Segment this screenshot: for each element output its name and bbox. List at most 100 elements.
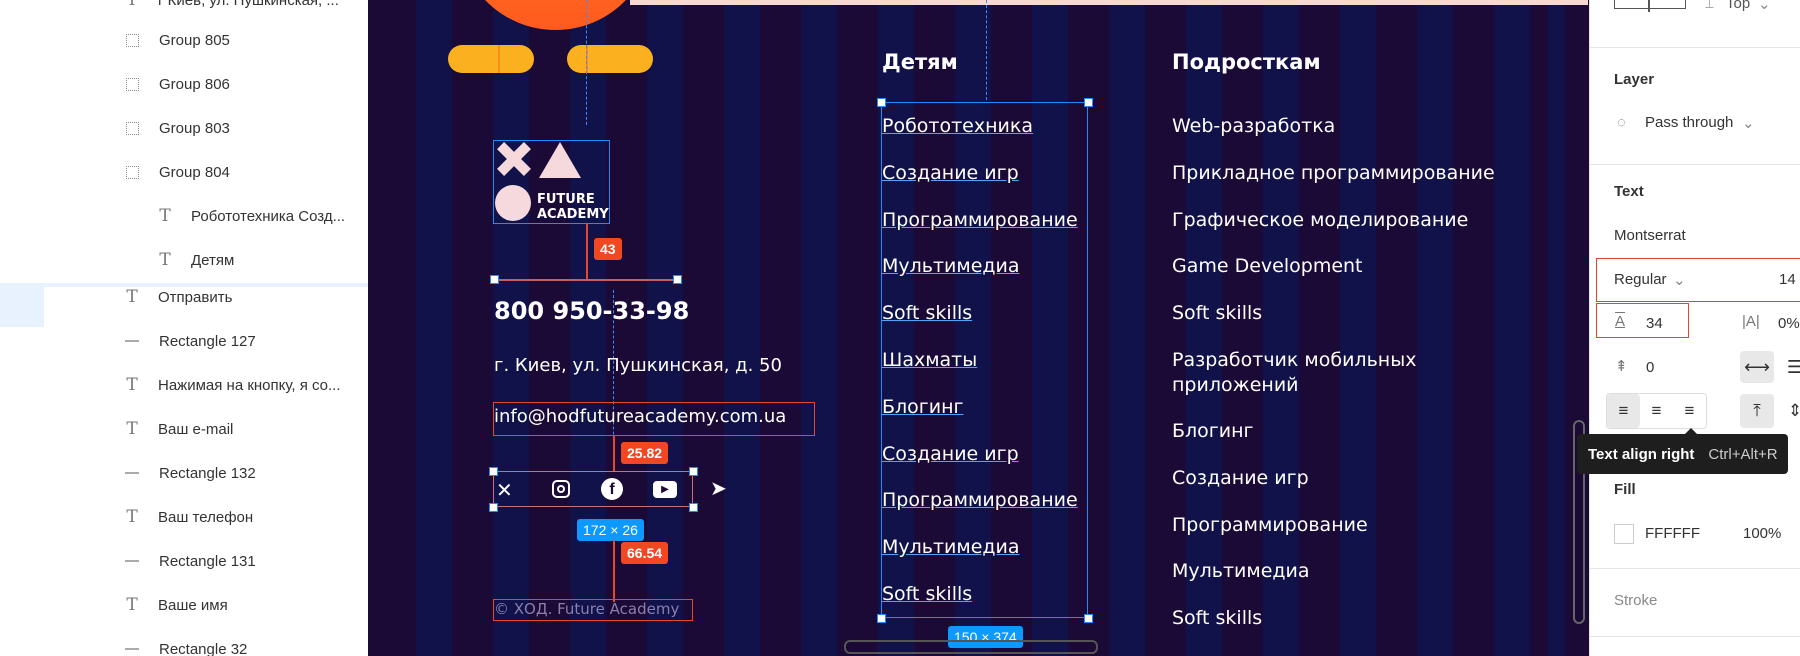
layer-row[interactable]: T Ваш телефон [0,495,368,539]
chevron-down-icon[interactable]: ⌄ [1758,0,1771,13]
align-center-icon[interactable]: ≡ [1640,394,1673,428]
font-weight-value[interactable]: Regular [1614,271,1667,288]
vertical-constraint-value[interactable]: Top [1726,0,1750,12]
teens-course-item[interactable]: Программирование [1172,514,1368,536]
layer-label: Нажимая на кнопку, я со... [158,376,341,394]
text-layer-icon: T [126,0,138,10]
text-layer-icon: T [159,206,171,226]
layer-row[interactable]: Rectangle 32 [0,627,368,656]
grid-column [1417,0,1453,656]
kids-course-link[interactable]: Программирование [882,209,1078,231]
divider [1590,164,1800,165]
layer-row[interactable]: Group 803 [0,106,368,150]
address-text[interactable]: г. Киев, ул. Пушкинская, д. 50 [494,355,782,376]
kids-course-link[interactable]: Создание игр [882,162,1019,184]
measure-badge: 43 [594,238,622,260]
teens-course-item[interactable]: Мультимедиа [1172,560,1310,582]
fill-color-swatch[interactable] [1614,524,1634,544]
resize-handle[interactable] [877,98,886,107]
horizontal-scrollbar[interactable] [844,640,1098,654]
auto-width-button[interactable]: ⟷ [1740,351,1774,383]
youtube-icon[interactable]: ▶ [653,481,677,498]
kids-course-link[interactable]: Мультимедиа [882,536,1020,558]
resize-handle[interactable] [689,503,698,512]
layer-row[interactable]: Group 804 [0,150,368,194]
fill-section-title: Fill [1614,481,1636,498]
align-right-icon[interactable]: ≡ [1673,394,1706,428]
kids-course-link[interactable]: Блогинг [882,396,964,418]
vk-icon[interactable]: ✕ [496,478,513,502]
layer-row[interactable]: T Нажимая на кнопку, я со... [0,363,368,407]
grid-column [1340,0,1376,656]
line-height-icon: A [1615,313,1626,330]
layer-row[interactable]: T Ваше имя [0,583,368,627]
paragraph-options-icon[interactable]: ☰ [1778,351,1800,383]
paragraph-spacing-value[interactable]: 0 [1646,359,1654,376]
resize-handle[interactable] [489,467,498,476]
layer-label: Group 803 [159,119,230,137]
kids-course-link[interactable]: Soft skills [882,583,972,605]
telegram-icon[interactable]: ➤ [710,476,727,500]
resize-handle[interactable] [1084,614,1093,623]
resize-handle[interactable] [673,275,682,284]
kids-course-link[interactable]: Шахматы [882,349,977,371]
kids-course-link[interactable]: Soft skills [882,302,972,324]
orange-circle-shape [458,0,653,30]
teens-course-item[interactable]: Создание игр [1172,467,1309,489]
teens-course-item[interactable]: Прикладное программирование [1172,162,1495,184]
font-size-value[interactable]: 14 [1779,271,1796,288]
tooltip-shortcut: Ctrl+Alt+R [1708,445,1778,463]
teens-course-item[interactable]: Web-разработка [1172,115,1335,137]
layer-label: Ваш телефон [158,508,254,526]
fill-opacity-value[interactable]: 100% [1743,525,1781,542]
vertical-align-top-icon[interactable]: ⤒ [1740,394,1774,428]
layer-row[interactable]: Rectangle 131 [0,539,368,583]
measure-line [613,436,615,472]
design-canvas[interactable]: FUTURE ACADEMY 43 800 950-33-98 г. Киев,… [368,0,1589,656]
line-height-value[interactable]: 34 [1646,315,1663,332]
resize-handle[interactable] [1084,98,1093,107]
layer-row[interactable]: Group 806 [0,62,368,106]
font-family-value[interactable]: Montserrat [1614,227,1686,244]
fill-hex-value[interactable]: FFFFFF [1645,525,1700,542]
teens-course-item[interactable]: Soft skills [1172,607,1262,629]
resize-handle[interactable] [877,614,886,623]
layer-row[interactable]: Group 805 [0,18,368,62]
resize-handle[interactable] [490,275,499,284]
kids-course-link[interactable]: Программирование [882,489,1078,511]
rectangle-layer-icon [125,560,139,562]
blend-mode-value[interactable]: Pass through [1645,114,1733,131]
teens-heading[interactable]: Подросткам [1172,50,1321,74]
teens-course-item[interactable]: Game Development [1172,255,1363,277]
layer-row[interactable]: T Робототехника Созд... [0,194,368,238]
teens-course-item[interactable]: Разработчик мобильных [1172,349,1416,371]
align-left-icon[interactable]: ≡ [1607,394,1640,428]
layer-row[interactable]: Rectangle 132 [0,451,368,495]
constraint-box[interactable] [1614,0,1686,9]
layer-label: Детям [191,251,235,269]
kids-course-link[interactable]: Робототехника [882,115,1033,137]
layer-row[interactable]: T Отправить [0,275,368,319]
kids-course-link[interactable]: Создание игр [882,443,1019,465]
layer-row[interactable]: T Ваш e-mail [0,407,368,451]
kids-heading[interactable]: Детям [882,50,958,74]
vertical-align-middle-icon[interactable]: ⇕ [1778,394,1800,428]
line-height-highlight [1596,303,1689,338]
chevron-down-icon[interactable]: ⌄ [1742,114,1755,132]
text-layer-icon: T [159,250,171,270]
layer-row[interactable]: Rectangle 127 [0,319,368,363]
kids-course-link[interactable]: Мультимедиа [882,255,1020,277]
grid-column [1263,0,1299,656]
teens-course-item[interactable]: Soft skills [1172,302,1262,324]
chevron-down-icon[interactable]: ⌄ [1673,271,1686,289]
teens-course-item[interactable]: Графическое моделирование [1172,209,1468,231]
group-layer-icon [126,33,139,47]
teens-course-item[interactable]: Блогинг [1172,420,1254,442]
teens-course-item[interactable]: приложений [1172,374,1299,396]
instagram-icon[interactable] [552,480,570,498]
letter-spacing-value[interactable]: 0% [1778,315,1800,332]
phone-number[interactable]: 800 950-33-98 [494,297,689,325]
resize-handle[interactable] [689,467,698,476]
facebook-icon[interactable]: f [601,478,623,500]
resize-handle[interactable] [489,503,498,512]
